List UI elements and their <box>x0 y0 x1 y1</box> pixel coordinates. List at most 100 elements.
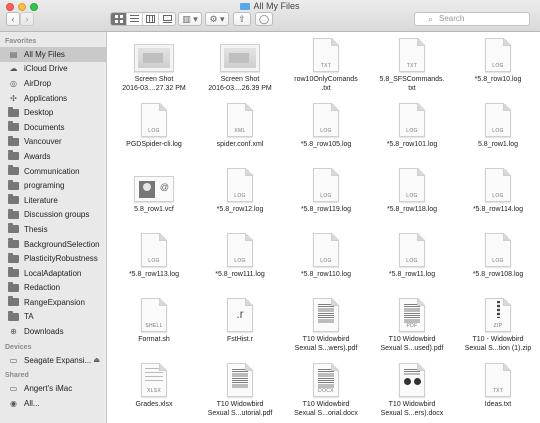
search-field[interactable]: ⌕ <box>414 12 530 26</box>
file-name-line: *5.8_row10.log <box>474 76 522 83</box>
cover-flow-view-button[interactable] <box>159 13 175 25</box>
applications-icon: ✣ <box>10 93 17 103</box>
file-item[interactable]: LOG *5.8_row113.log <box>111 229 197 294</box>
file-item[interactable]: DOCX T10 Widowbird Sexual S...orial.docx <box>283 359 369 423</box>
sidebar-item-awards[interactable]: Awards <box>0 149 106 164</box>
forward-button[interactable]: › <box>20 12 34 26</box>
sidebar-item-communication[interactable]: Communication <box>0 164 106 179</box>
arrange-button[interactable]: ▥ ▾ <box>178 12 202 26</box>
file-extension-tag: LOG <box>406 193 418 199</box>
file-item[interactable]: LOG *5.8_row114.log <box>455 164 540 229</box>
file-item[interactable]: PDF T10 Widowbird Sexual S...used).pdf <box>369 294 455 359</box>
search-input[interactable] <box>439 14 525 23</box>
document-icon <box>306 296 346 332</box>
file-item[interactable]: T10 Widowbird Sexual S...wers).pdf <box>283 294 369 359</box>
eject-icon[interactable]: ⏏ <box>93 356 100 364</box>
file-item[interactable]: T10 Widowbird Sexual S...utorial.pdf <box>197 359 283 423</box>
file-name-line: *5.8_row119.log <box>300 206 352 213</box>
edit-tags-button[interactable]: ◯ <box>255 12 273 26</box>
file-item[interactable]: LOG *5.8_row110.log <box>283 229 369 294</box>
sidebar-item-programing[interactable]: programing <box>0 178 106 193</box>
file-item[interactable]: XML spider.conf.xml <box>197 99 283 164</box>
file-item[interactable]: TXT row10OnlyComands .txt <box>283 34 369 99</box>
file-item[interactable]: LOG *5.8_row105.log <box>283 99 369 164</box>
sidebar-item-discussion-groups[interactable]: Discussion groups <box>0 208 106 223</box>
icon-view-icon <box>114 15 123 23</box>
file-name-line: Sexual S...used).pdf <box>380 345 444 352</box>
sidebar-item-documents[interactable]: Documents <box>0 120 106 135</box>
file-item[interactable]: LOG *5.8_row108.log <box>455 229 540 294</box>
action-button[interactable]: ⚙ ▾ <box>205 12 229 26</box>
file-item[interactable]: @5.8_row1.vcf <box>111 164 197 229</box>
file-item[interactable]: .r FstHist.r <box>197 294 283 359</box>
document-icon: LOG <box>478 101 518 137</box>
sidebar-item-all-my-files[interactable]: ▤ All My Files <box>0 47 106 62</box>
sidebar-item-all[interactable]: ◉ All... <box>0 396 106 411</box>
file-item[interactable]: Screen Shot 2016-03....27.32 PM <box>111 34 197 99</box>
sidebar-item-backgroundselection[interactable]: BackgroundSelection <box>0 237 106 252</box>
file-extension-tag: LOG <box>406 258 418 264</box>
file-item[interactable]: LOG *5.8_row118.log <box>369 164 455 229</box>
column-view-button[interactable] <box>143 13 159 25</box>
file-name-line: *5.8_row114.log <box>472 206 524 213</box>
document-icon: TXT <box>392 36 432 72</box>
sidebar-item-applications[interactable]: ✣ Applications <box>0 91 106 106</box>
file-name: FstHist.r <box>198 335 282 344</box>
file-name-line: *5.8_row110.log <box>300 271 352 278</box>
file-item[interactable]: SHELL Format.sh <box>111 294 197 359</box>
sidebar-item-literature[interactable]: Literature <box>0 193 106 208</box>
share-button[interactable]: ⇪ <box>233 12 251 26</box>
sidebar-item-ta[interactable]: TA <box>0 310 106 325</box>
list-view-button[interactable] <box>127 13 143 25</box>
file-name: *5.8_row12.log <box>198 205 282 214</box>
file-name-line: Sexual S...orial.docx <box>294 410 358 417</box>
sidebar-item-desktop[interactable]: Desktop <box>0 105 106 120</box>
sidebar-item-localadaptation[interactable]: LocalAdaptation <box>0 266 106 281</box>
file-item[interactable]: LOG *5.8_row111.log <box>197 229 283 294</box>
file-item[interactable]: ZIP T10 - Widowbird Sexual S...tion (1).zi… <box>455 294 540 359</box>
sidebar-item-label: iCloud Drive <box>24 64 68 74</box>
file-item[interactable]: TXT Ideas.txt <box>455 359 540 423</box>
folder-icon <box>8 238 19 249</box>
sidebar-item-label: BackgroundSelection <box>24 239 100 249</box>
file-item[interactable]: LOG PGDSpider-cli.log <box>111 99 197 164</box>
back-button[interactable]: ‹ <box>6 12 20 26</box>
file-extension-tag: TXT <box>492 388 504 394</box>
file-item[interactable]: LOG *5.8_row12.log <box>197 164 283 229</box>
file-item[interactable]: LOG *5.8_row11.log <box>369 229 455 294</box>
sidebar-item-icloud-drive[interactable]: ☁ iCloud Drive <box>0 62 106 77</box>
sidebar-item-seagate-expansi[interactable]: ▭ Seagate Expansi... ⏏ <box>0 353 106 368</box>
file-item[interactable]: LOG *5.8_row101.log <box>369 99 455 164</box>
sidebar-item-redaction[interactable]: Redaction <box>0 281 106 296</box>
file-name-line: 5.8_row1.log <box>477 141 519 148</box>
sidebar-item-airdrop[interactable]: ◎ AirDrop <box>0 76 106 91</box>
file-extension-tag: LOG <box>320 193 332 199</box>
file-extension-tag: LOG <box>148 128 160 134</box>
sidebar-item-label: LocalAdaptation <box>24 268 82 278</box>
sidebar-item-thesis[interactable]: Thesis <box>0 222 106 237</box>
file-item[interactable]: LOG *5.8_row10.log <box>455 34 540 99</box>
folder-icon <box>8 135 19 146</box>
folder-icon <box>8 267 19 278</box>
sidebar-item-vancouver[interactable]: Vancouver <box>0 135 106 150</box>
sidebar-item-label: Seagate Expansi... <box>24 355 92 365</box>
file-name: *5.8_row118.log <box>370 205 454 214</box>
file-item[interactable]: Screen Shot 2016-03....26.39 PM <box>197 34 283 99</box>
sidebar-item-label: Redaction <box>24 283 61 293</box>
file-item[interactable]: T10 Widowbird Sexual S...ers).docx <box>369 359 455 423</box>
file-item[interactable]: XLSX Grades.xlsx <box>111 359 197 423</box>
file-name-line: *5.8_row108.log <box>472 271 524 278</box>
file-item[interactable]: LOG 5.8_row1.log <box>455 99 540 164</box>
file-name-line: row10OnlyComands <box>294 76 358 83</box>
sidebar-item-rangeexpansion[interactable]: RangeExpansion <box>0 295 106 310</box>
file-extension-tag: LOG <box>234 258 246 264</box>
document-icon: LOG <box>220 231 260 267</box>
sidebar-item-plasticityrobustness[interactable]: PlasticityRobustness <box>0 251 106 266</box>
sidebar-item-downloads[interactable]: ⊕ Downloads <box>0 324 106 339</box>
file-item[interactable]: TXT 5.8_SFSCommands. txt <box>369 34 455 99</box>
document-icon: XLSX <box>134 361 174 397</box>
sidebar-item-angert-s-imac[interactable]: ▭ Angert's iMac <box>0 381 106 396</box>
file-item[interactable]: LOG *5.8_row119.log <box>283 164 369 229</box>
file-extension-tag: LOG <box>492 63 504 69</box>
icon-view-button[interactable] <box>111 13 127 25</box>
